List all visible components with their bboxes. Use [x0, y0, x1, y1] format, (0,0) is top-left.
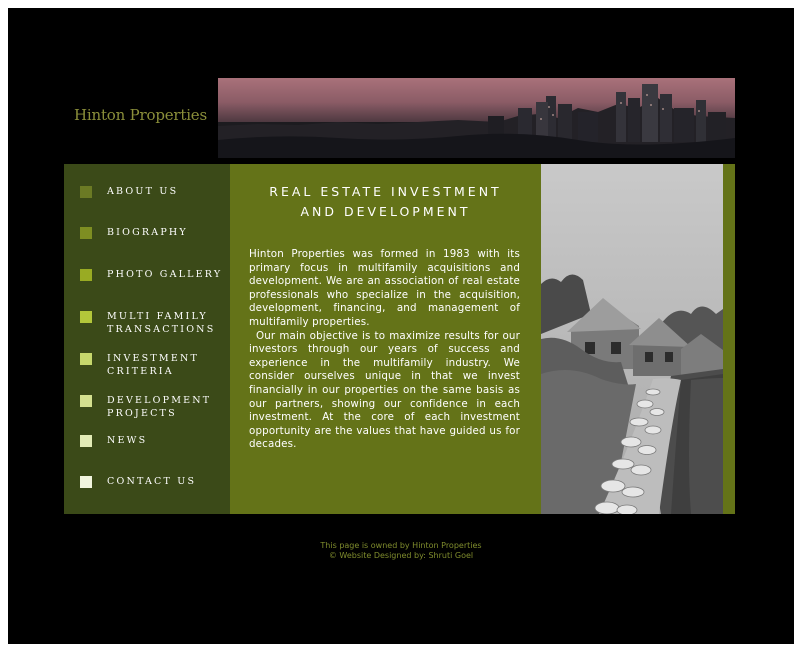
nav-item-about-us[interactable]: ABOUT US — [80, 185, 178, 198]
nav-label: CONTACT US — [107, 476, 197, 487]
nav-label: NEWS — [107, 435, 148, 446]
footer-credit-text: © Website Designed by: Shruti Goel — [328, 551, 474, 560]
footer: This page is owned by Hinton Properties … — [8, 541, 794, 561]
nav-label: INVESTMENT CRITERIA — [107, 353, 200, 377]
nav-bullet-icon — [80, 269, 92, 281]
nav-label: DEVELOPMENT PROJECTS — [107, 395, 212, 419]
nav-label: PHOTO GALLERY — [107, 269, 223, 280]
main-content-panel: REAL ESTATE INVESTMENT AND DEVELOPMENT H… — [230, 164, 541, 514]
nav-label: MULTI FAMILY TRANSACTIONS — [107, 311, 216, 335]
intro-paragraph-2: Our main objective is to maximize result… — [249, 329, 520, 451]
footer-owner-text: This page is owned by Hinton Properties — [320, 541, 482, 550]
right-accent-strip — [723, 164, 735, 514]
nav-bullet-icon — [80, 395, 92, 407]
site-logo[interactable]: Hinton Properties — [74, 106, 207, 124]
nav-item-biography[interactable]: BIOGRAPHY — [80, 226, 188, 239]
house-photo-image — [541, 164, 723, 514]
nav-label: BIOGRAPHY — [107, 227, 188, 238]
nav-bullet-icon — [80, 186, 92, 198]
nav-item-multi-family-transactions[interactable]: MULTI FAMILY TRANSACTIONS — [80, 310, 215, 336]
nav-label: ABOUT US — [107, 186, 179, 197]
page: Hinton Properties ABOUT US BIOGRAPHY PHO… — [8, 8, 794, 644]
page-title: REAL ESTATE INVESTMENT AND DEVELOPMENT — [269, 184, 502, 219]
nav-item-contact-us[interactable]: CONTACT US — [80, 475, 196, 488]
nav-item-photo-gallery[interactable]: PHOTO GALLERY — [80, 268, 222, 281]
nav-bullet-icon — [80, 476, 92, 488]
logo-area: Hinton Properties — [64, 78, 220, 168]
nav-bullet-icon — [80, 311, 92, 323]
nav-item-development-projects[interactable]: DEVELOPMENT PROJECTS — [80, 394, 211, 420]
nav-item-investment-criteria[interactable]: INVESTMENT CRITERIA — [80, 352, 199, 378]
nav-bullet-icon — [80, 435, 92, 447]
nav-bullet-icon — [80, 227, 92, 239]
nav-item-news[interactable]: NEWS — [80, 434, 147, 447]
intro-paragraph-1: Hinton Properties was formed in 1983 wit… — [249, 248, 520, 328]
nav-bullet-icon — [80, 353, 92, 365]
intro-text: Hinton Properties was formed in 1983 wit… — [249, 248, 520, 452]
sidebar-nav: ABOUT US BIOGRAPHY PHOTO GALLERY MULTI F… — [64, 164, 230, 514]
header-skyline-image — [218, 78, 735, 158]
